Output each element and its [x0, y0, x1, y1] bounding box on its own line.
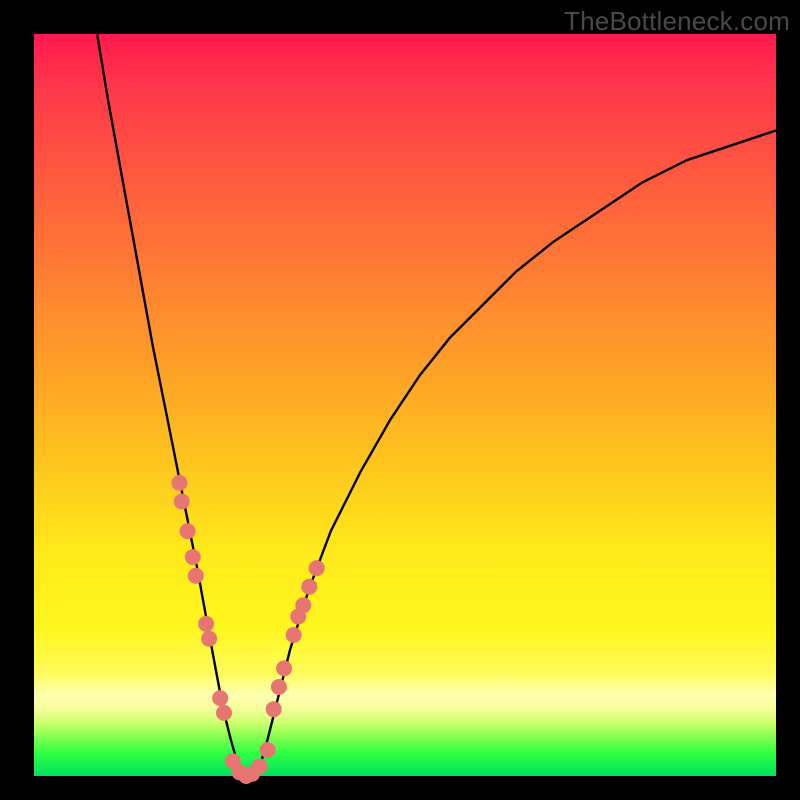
data-point: [286, 627, 302, 643]
data-point: [174, 494, 190, 510]
chart-frame: TheBottleneck.com: [0, 0, 800, 800]
data-point: [180, 523, 196, 539]
data-point: [276, 660, 292, 676]
plot-area: [34, 34, 776, 776]
data-point: [252, 758, 268, 774]
scatter-points: [34, 34, 776, 776]
data-point: [216, 705, 232, 721]
data-point: [309, 560, 325, 576]
watermark-text: TheBottleneck.com: [564, 6, 790, 37]
data-point: [301, 579, 317, 595]
data-point: [188, 568, 204, 584]
data-point: [260, 742, 276, 758]
data-point: [171, 475, 187, 491]
data-point: [212, 690, 228, 706]
data-point: [295, 597, 311, 613]
data-point: [266, 701, 282, 717]
data-point: [201, 631, 217, 647]
data-point: [271, 679, 287, 695]
data-point: [185, 549, 201, 565]
data-point: [198, 616, 214, 632]
